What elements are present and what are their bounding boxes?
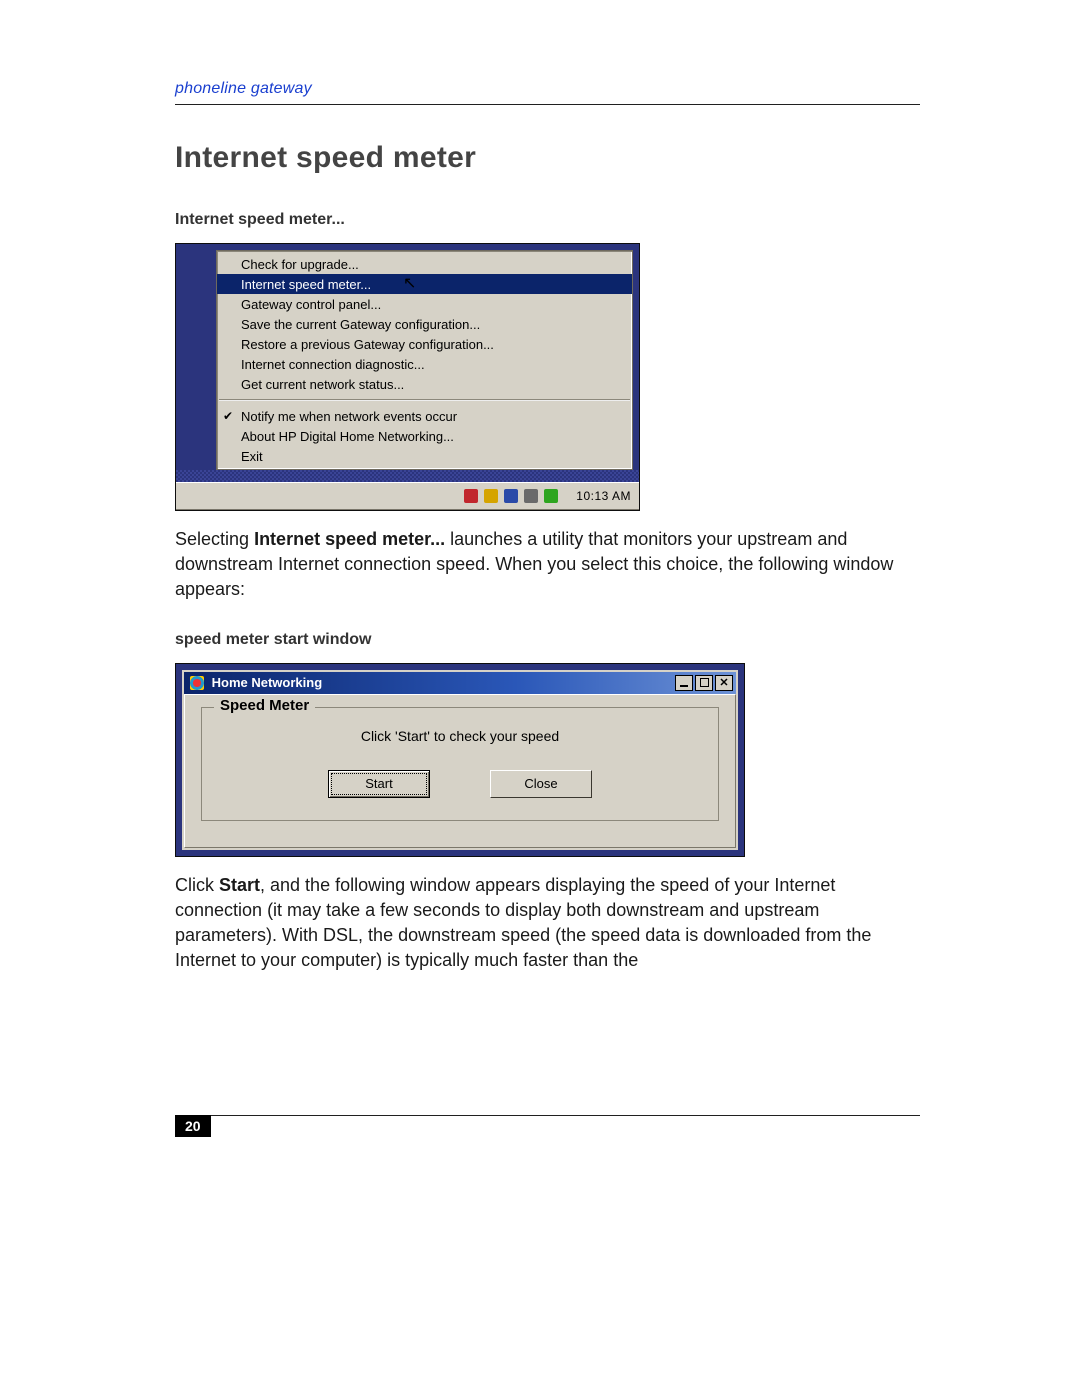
menu-item-label: Internet speed meter... [241,277,371,292]
running-head: phoneline gateway [175,80,920,98]
window-titlebar[interactable]: Home Networking ✕ [184,672,736,694]
menu-item-network-status[interactable]: Get current network status... [217,374,632,394]
menu-item-about[interactable]: About HP Digital Home Networking... [217,426,632,446]
minimize-button[interactable] [675,675,693,691]
cursor-icon: ↖ [403,273,416,293]
menu-item-check-upgrade[interactable]: Check for upgrade... [217,254,632,274]
figure2-caption: speed meter start window [175,631,920,649]
desktop-background [176,470,639,482]
figure1-caption: Internet speed meter... [175,211,920,229]
speed-meter-groupbox: Speed Meter Click 'Start' to check your … [201,707,719,821]
taskbar-clock: 10:13 AM [576,489,631,503]
tray-icon[interactable] [504,489,518,503]
checkmark-icon: ✔ [223,409,233,423]
window-body: Speed Meter Click 'Start' to check your … [184,694,736,848]
tray-icon[interactable] [524,489,538,503]
document-page: phoneline gateway Internet speed meter I… [0,0,1080,1397]
paragraph-1: Selecting Internet speed meter... launch… [175,527,920,603]
tray-icon[interactable] [484,489,498,503]
minimize-icon [680,685,688,687]
groupbox-legend: Speed Meter [214,697,315,714]
menu-item-diagnostic[interactable]: Internet connection diagnostic... [217,354,632,374]
app-icon [190,676,204,690]
menu-item-label: Notify me when network events occur [241,409,457,424]
taskbar: 10:13 AM [176,482,639,510]
menu-item-notify[interactable]: ✔ Notify me when network events occur [217,406,632,426]
screenshot-speed-meter-window: Home Networking ✕ Speed Meter Click 'Sta… [175,663,745,857]
maximize-icon [700,678,709,687]
window: Home Networking ✕ Speed Meter Click 'Sta… [182,670,738,850]
close-icon: ✕ [719,678,728,688]
page-footer: 20 [175,1115,920,1137]
screenshot-context-menu: Check for upgrade... Internet speed mete… [175,243,640,511]
tray-icon[interactable] [464,489,478,503]
rule-top [175,104,920,105]
close-button[interactable]: ✕ [715,675,733,691]
menu-item-save-config[interactable]: Save the current Gateway configuration..… [217,314,632,334]
paragraph-2: Click Start, and the following window ap… [175,873,920,974]
page-number: 20 [175,1115,211,1137]
page-title: Internet speed meter [175,141,920,175]
close-button-dialog[interactable]: Close [490,770,592,798]
menu-separator [219,399,630,401]
menu-item-control-panel[interactable]: Gateway control panel... [217,294,632,314]
system-tray: 10:13 AM [464,489,631,503]
context-menu: Check for upgrade... Internet speed mete… [216,250,633,470]
prompt-text: Click 'Start' to check your speed [222,728,698,744]
start-button[interactable]: Start [328,770,430,798]
tray-icon[interactable] [544,489,558,503]
menu-item-restore-config[interactable]: Restore a previous Gateway configuration… [217,334,632,354]
window-title: Home Networking [190,675,322,691]
rule-bottom [175,1115,920,1116]
menu-item-exit[interactable]: Exit [217,446,632,466]
menu-item-speed-meter[interactable]: Internet speed meter... ↖ [217,274,632,294]
maximize-button[interactable] [695,675,713,691]
